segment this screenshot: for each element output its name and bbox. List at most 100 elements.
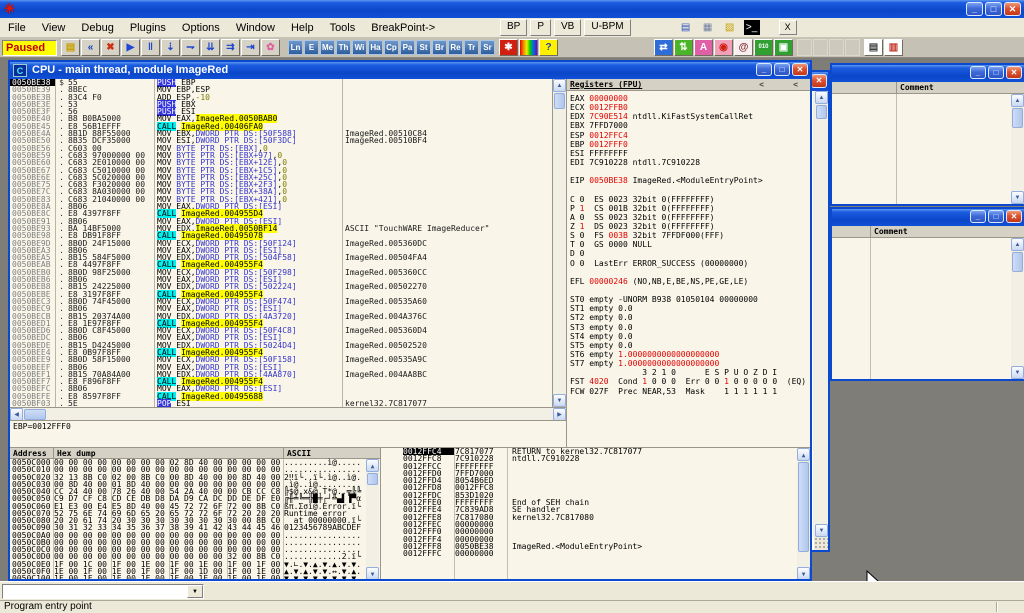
side-window-bottom-body[interactable] [832,238,1011,379]
console-icon[interactable]: >_ [744,20,760,35]
hex-dump-vscrollbar[interactable]: ▲ ▼ [366,459,379,579]
stack-row[interactable]: 0012FFE87C817080kernel32.7C817080 [381,514,810,521]
minimize-button[interactable]: _ [970,66,986,79]
folder-icon[interactable]: ▨ [722,20,738,35]
animate-over-icon[interactable]: ⇉ [221,39,240,56]
toolbar-view-e[interactable]: E [304,40,319,55]
menu-item-view[interactable]: View [34,19,74,37]
stack-row[interactable]: 0012FFC47C817077RETURN to kernel32.7C817… [381,448,810,455]
sort-icon[interactable]: ⇅ [674,39,693,56]
disassembly-hscrollbar[interactable]: ◀ ▶ [10,407,566,420]
assemble-a-icon[interactable]: A [694,39,713,56]
register-line[interactable]: ST1 empty 0.0 [570,304,810,313]
side-window-top-titlebar[interactable]: _ □ ✕ [832,65,1024,82]
stack-row[interactable]: 0012FFD48054B6ED [381,477,810,484]
hex-dump-pane[interactable]: Address Hex dump ASCII 0050C00000 00 00 … [10,447,380,579]
menu-item-options[interactable]: Options [174,19,228,37]
register-line[interactable]: ST3 empty 0.0 [570,323,810,332]
scroll-up-icon[interactable]: ▲ [366,459,379,472]
scroll-down-icon[interactable]: ▼ [366,567,379,579]
register-line[interactable]: EFL 00000246 (NO,NB,E,BE,NS,PE,GE,LE) [570,277,810,286]
close-program-icon[interactable]: ✖ [101,39,120,56]
log-list-icon[interactable]: ▥ [884,39,903,56]
close-button[interactable]: ✕ [1006,210,1022,223]
scroll-thumb[interactable] [816,105,827,119]
trace-icon[interactable]: ✿ [261,39,280,56]
menu-item-tools[interactable]: Tools [322,19,364,37]
pause-icon[interactable]: ‖ [141,39,160,56]
toolbar-view-wi[interactable]: Wi [352,40,367,55]
register-line[interactable]: S 0 FS 003B 32bit 7FFDF000(FFF) [570,231,810,240]
toolbar-view-cp[interactable]: Cp [384,40,399,55]
register-line[interactable]: O 0 LastErr ERROR_SUCCESS (00000000) [570,259,810,268]
menu-item-plugins[interactable]: Plugins [122,19,174,37]
comment-column-header[interactable]: Comment [900,83,934,92]
comment-column-header[interactable]: Comment [874,227,908,236]
close-button[interactable]: ✕ [1004,2,1021,16]
scroll-thumb[interactable] [1012,252,1023,272]
column-header[interactable]: Comment [832,82,1024,94]
step-into-icon[interactable]: ⇣ [161,39,180,56]
address-column-header[interactable]: Address [13,449,47,458]
register-line[interactable]: ST5 empty 0.0 [570,341,810,350]
registers-header[interactable]: Registers (FPU) < < [567,79,810,91]
dump-row[interactable]: 0050C1001F 00 1F 00 1F 00 1F 00 1F 00 1F… [10,575,380,579]
appearance-rainbow-icon[interactable] [519,39,538,56]
ascii-column-header[interactable]: ASCII [287,449,311,458]
register-line[interactable]: ESP 0012FFC4 [570,131,810,140]
maximize-button[interactable]: □ [774,63,790,76]
register-line[interactable] [570,167,810,176]
register-line[interactable]: ECX 0012FFB0 [570,103,810,112]
scrollbar[interactable]: ▲ ▼ [1011,238,1024,379]
maximize-button[interactable]: □ [988,66,1004,79]
maximize-button[interactable]: □ [988,210,1004,223]
disasm-row[interactable]: 0050BEFE.E8 8597F8FFCALL ImageRed.004956… [10,393,552,400]
stack-row[interactable]: 0012FFEC00000000 [381,521,810,528]
record-icon[interactable]: ◉ [714,39,733,56]
main-titlebar[interactable]: ✳ _ □ ✕ [0,0,1024,18]
scroll-thumb[interactable] [798,462,809,552]
registers-pane[interactable]: Registers (FPU) < < EAX 00000000ECX 0012… [566,79,810,447]
help-icon[interactable]: ? [539,39,558,56]
command-combobox[interactable]: ▼ [2,584,204,599]
register-line[interactable] [570,185,810,194]
scroll-thumb[interactable] [1012,108,1023,128]
register-line[interactable]: 3 2 1 0 E S P U O Z D I [570,368,810,377]
disasm-row[interactable]: 0050BE3B.83C4 F0ADD ESP,-10 [10,94,552,101]
scroll-thumb[interactable] [24,409,46,420]
scroll-down-icon[interactable]: ▼ [815,524,828,537]
swap-panes-icon[interactable]: ⇄ [654,39,673,56]
scroll-down-icon[interactable]: ▼ [553,394,566,407]
menu-button-bp[interactable]: BP [500,19,527,36]
scroll-up-icon[interactable]: ▲ [553,79,566,92]
register-line[interactable]: A 0 SS 0023 32bit 0(FFFFFFFF) [570,213,810,222]
register-line[interactable]: FCW 027F Prec NEAR,53 Mask 1 1 1 1 1 1 [570,387,810,396]
register-line[interactable]: ST6 empty 1.0000000000000000000 [570,350,810,359]
toolbar-view-pa[interactable]: Pa [400,40,415,55]
menu-item-help[interactable]: Help [283,19,322,37]
open-file-icon[interactable]: ▤ [61,39,80,56]
scroll-down-icon[interactable]: ▼ [1011,191,1024,204]
toolbar-view-me[interactable]: Me [320,40,335,55]
disassembly-vscrollbar[interactable]: ▲ ▼ [553,79,566,407]
scrollbar[interactable]: ▲ ▼ [813,91,828,537]
menu-button-p[interactable]: P [530,19,551,36]
register-line[interactable]: ST2 empty 0.0 [570,313,810,322]
side-window-top[interactable]: _ □ ✕ Comment ▲ ▼ [830,63,1024,206]
close-button[interactable]: ✕ [792,63,808,76]
register-line[interactable]: FST 4020 Cond 1 0 0 0 Err 0 0 1 0 0 0 0 … [570,377,810,386]
side-window-bottom-titlebar[interactable]: _ □ ✕ [832,209,1024,226]
scroll-thumb[interactable] [554,93,565,109]
toolbar-view-th[interactable]: Th [336,40,351,55]
run-icon[interactable]: ▶ [121,39,140,56]
scroll-up-icon[interactable]: ▲ [815,91,828,104]
disasm-row[interactable]: 0050BE38$55PUSH EBP [10,79,552,86]
scroll-up-icon[interactable]: ▲ [1011,94,1024,107]
register-line[interactable]: ST4 empty 0.0 [570,332,810,341]
column-header[interactable]: Comment [832,226,1024,238]
menu-item-window[interactable]: Window [228,19,283,37]
command-input[interactable] [3,585,187,598]
register-line[interactable]: ESI FFFFFFFF [570,149,810,158]
scroll-down-icon[interactable]: ▼ [1011,366,1024,379]
stack-row[interactable]: 0012FFE47C839AD8SE handler [381,506,810,513]
